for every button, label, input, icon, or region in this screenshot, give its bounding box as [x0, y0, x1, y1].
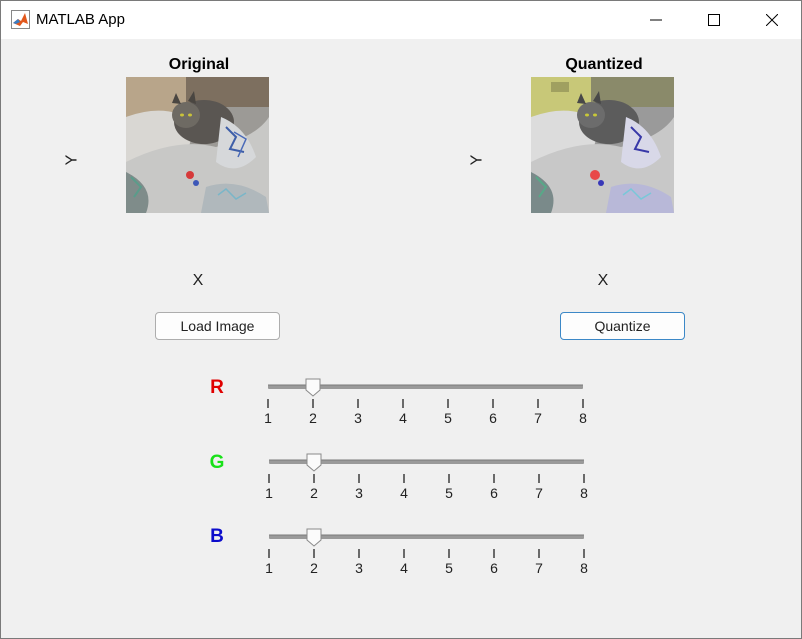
- slider-tick-label: 2: [310, 485, 318, 501]
- slider-tick-label: 8: [580, 560, 588, 576]
- maximize-button[interactable]: [685, 1, 743, 39]
- slider-tick-label: 3: [354, 410, 362, 426]
- quantized-y-label: Y: [468, 154, 486, 166]
- r-channel-label: R: [210, 377, 224, 398]
- original-axes-title: Original: [168, 56, 230, 73]
- slider-tick-label: 3: [355, 485, 363, 501]
- slider-tick-label: 6: [489, 410, 497, 426]
- slider-thumb[interactable]: [306, 528, 322, 547]
- slider-tick-label: 2: [310, 560, 318, 576]
- slider-tick-label: 6: [490, 485, 498, 501]
- close-icon: [766, 14, 778, 26]
- slider-tick-label: 5: [444, 410, 452, 426]
- slider-tick-label: 1: [265, 560, 273, 576]
- b-channel-label: B: [210, 526, 224, 547]
- app-window: MATLAB App Original Y X Quantized Y X Lo…: [0, 0, 802, 639]
- slider-tick-label: 4: [400, 485, 408, 501]
- minimize-button[interactable]: [627, 1, 685, 39]
- close-button[interactable]: [743, 1, 801, 39]
- slider-tick-label: 3: [355, 560, 363, 576]
- slider-tick-label: 7: [535, 560, 543, 576]
- slider-tick-label: 8: [579, 410, 587, 426]
- slider-tick-label: 4: [400, 560, 408, 576]
- original-x-label: X: [192, 272, 204, 289]
- quantized-image: [531, 77, 674, 213]
- load-image-button[interactable]: Load Image: [155, 312, 280, 340]
- quantize-button[interactable]: Quantize: [560, 312, 685, 340]
- g-slider[interactable]: 1 2 3 4 5 6 7 8: [260, 450, 595, 502]
- slider-tick-label: 4: [399, 410, 407, 426]
- slider-thumb[interactable]: [306, 453, 322, 472]
- r-slider[interactable]: 1 2 3 4 5 6 7 8: [259, 375, 594, 427]
- quantized-axes-title: Quantized: [565, 56, 643, 73]
- slider-tick-label: 5: [445, 485, 453, 501]
- slider-thumb[interactable]: [305, 378, 321, 397]
- slider-tick-label: 1: [264, 410, 272, 426]
- slider-tick-label: 7: [535, 485, 543, 501]
- slider-tick-label: 1: [265, 485, 273, 501]
- matlab-logo-icon: [11, 10, 30, 29]
- slider-tick-label: 6: [490, 560, 498, 576]
- quantized-x-label: X: [597, 272, 609, 289]
- minimize-icon: [650, 19, 662, 21]
- slider-tick-label: 8: [580, 485, 588, 501]
- window-title: MATLAB App: [36, 11, 125, 28]
- slider-tick-label: 7: [534, 410, 542, 426]
- original-image: [126, 77, 269, 213]
- g-channel-label: G: [209, 452, 225, 473]
- b-slider[interactable]: 1 2 3 4 5 6 7 8: [260, 525, 595, 577]
- title-bar: MATLAB App: [1, 1, 801, 39]
- app-content: Original Y X Quantized Y X Load Image Qu…: [1, 39, 801, 638]
- slider-tick-label: 2: [309, 410, 317, 426]
- original-y-label: Y: [63, 154, 81, 166]
- slider-tick-label: 5: [445, 560, 453, 576]
- maximize-icon: [708, 14, 720, 26]
